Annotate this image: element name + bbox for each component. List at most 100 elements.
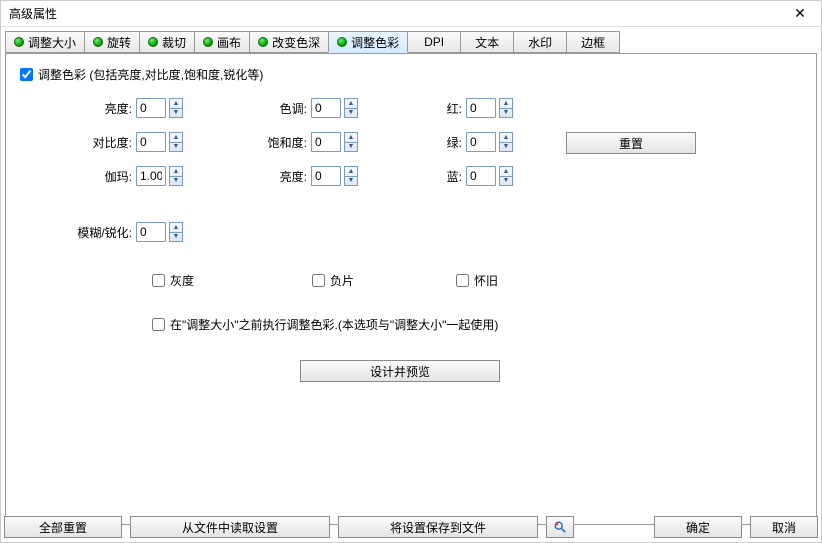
preview-icon-button[interactable] [546,516,574,538]
saturation-spinner[interactable]: ▲▼ [311,132,358,152]
status-dot-icon [14,37,24,47]
blue-label: 蓝: [416,168,466,185]
tab-adjust-color[interactable]: 调整色彩 [328,31,408,53]
blue-input[interactable] [466,166,496,186]
tab-label: 旋转 [107,34,131,51]
brightness2-label: 亮度: [241,168,311,185]
arrow-up-icon[interactable]: ▲ [345,167,357,177]
before-resize-input[interactable] [152,318,165,331]
brightness2-input[interactable] [311,166,341,186]
saturation-input[interactable] [311,132,341,152]
tab-strip: 调整大小 旋转 裁切 画布 改变色深 调整色彩 DPI 文本 水印 边框 [5,31,817,53]
preview-button[interactable]: 设计并预览 [300,360,500,382]
arrow-up-icon[interactable]: ▲ [500,133,512,143]
tab-watermark[interactable]: 水印 [513,31,567,53]
enable-adjust-checkbox[interactable]: 调整色彩 (包括亮度,对比度,饱和度,锐化等) [20,66,263,83]
tab-dpi[interactable]: DPI [407,31,461,53]
titlebar: 高级属性 ✕ [1,1,821,27]
load-settings-button[interactable]: 从文件中读取设置 [130,516,330,538]
hue-input[interactable] [311,98,341,118]
tab-canvas[interactable]: 画布 [194,31,250,53]
before-resize-checkbox[interactable]: 在"调整大小"之前执行调整色彩.(本选项与"调整大小"一起使用) [152,316,498,333]
sepia-checkbox[interactable]: 怀旧 [456,272,498,289]
spinner-arrows[interactable]: ▲▼ [344,132,358,152]
negative-checkbox[interactable]: 负片 [312,272,354,289]
brightness-spinner[interactable]: ▲▼ [136,98,183,118]
tab-label: 改变色深 [272,34,320,51]
hue-spinner[interactable]: ▲▼ [311,98,358,118]
arrow-up-icon[interactable]: ▲ [345,133,357,143]
arrow-down-icon[interactable]: ▼ [500,177,512,186]
close-button[interactable]: ✕ [785,5,815,22]
contrast-spinner[interactable]: ▲▼ [136,132,183,152]
load-settings-label: 从文件中读取设置 [182,519,278,536]
cancel-button[interactable]: 取消 [750,516,818,538]
tab-rotate[interactable]: 旋转 [84,31,140,53]
green-input[interactable] [466,132,496,152]
arrow-down-icon[interactable]: ▼ [345,143,357,152]
save-settings-label: 将设置保存到文件 [390,519,486,536]
arrow-up-icon[interactable]: ▲ [170,167,182,177]
tab-label: 裁切 [162,34,186,51]
brightness-input[interactable] [136,98,166,118]
reset-all-label: 全部重置 [39,519,87,536]
reset-all-button[interactable]: 全部重置 [4,516,122,538]
spinner-arrows[interactable]: ▲▼ [344,98,358,118]
arrow-down-icon[interactable]: ▼ [170,109,182,118]
gamma-input[interactable] [136,166,166,186]
tab-color-depth[interactable]: 改变色深 [249,31,329,53]
negative-input[interactable] [312,274,325,287]
saturation-label: 饱和度: [241,134,311,151]
gamma-spinner[interactable]: ▲▼ [136,166,183,186]
arrow-down-icon[interactable]: ▼ [345,177,357,186]
tab-resize[interactable]: 调整大小 [5,31,85,53]
tab-label: 调整大小 [28,34,76,51]
green-spinner[interactable]: ▲▼ [466,132,513,152]
spinner-arrows[interactable]: ▲▼ [499,132,513,152]
tab-content: 调整色彩 (包括亮度,对比度,饱和度,锐化等) 亮度: ▲▼ 色调: ▲▼ 红: [5,53,817,525]
blur-sharpen-label: 模糊/锐化: [66,224,136,241]
tab-label: 水印 [528,34,552,51]
red-input[interactable] [466,98,496,118]
spinner-arrows[interactable]: ▲▼ [169,166,183,186]
spinner-arrows[interactable]: ▲▼ [169,132,183,152]
brightness2-spinner[interactable]: ▲▼ [311,166,358,186]
arrow-up-icon[interactable]: ▲ [500,99,512,109]
tab-label: 调整色彩 [351,34,399,51]
arrow-up-icon[interactable]: ▲ [170,223,182,233]
spinner-arrows[interactable]: ▲▼ [499,98,513,118]
blur-sharpen-input[interactable] [136,222,166,242]
grayscale-checkbox[interactable]: 灰度 [152,272,194,289]
arrow-up-icon[interactable]: ▲ [170,133,182,143]
arrow-up-icon[interactable]: ▲ [345,99,357,109]
brightness-label: 亮度: [66,100,136,117]
spinner-arrows[interactable]: ▲▼ [169,98,183,118]
grayscale-input[interactable] [152,274,165,287]
arrow-down-icon[interactable]: ▼ [500,143,512,152]
arrow-up-icon[interactable]: ▲ [500,167,512,177]
arrow-down-icon[interactable]: ▼ [170,143,182,152]
arrow-up-icon[interactable]: ▲ [170,99,182,109]
spinner-arrows[interactable]: ▲▼ [169,222,183,242]
tab-crop[interactable]: 裁切 [139,31,195,53]
save-settings-button[interactable]: 将设置保存到文件 [338,516,538,538]
contrast-input[interactable] [136,132,166,152]
enable-adjust-input[interactable] [20,68,33,81]
ok-button[interactable]: 确定 [654,516,742,538]
arrow-down-icon[interactable]: ▼ [170,177,182,186]
tab-text[interactable]: 文本 [460,31,514,53]
tab-label: 文本 [475,34,499,51]
tab-border[interactable]: 边框 [566,31,620,53]
blue-spinner[interactable]: ▲▼ [466,166,513,186]
spinner-arrows[interactable]: ▲▼ [499,166,513,186]
red-spinner[interactable]: ▲▼ [466,98,513,118]
blur-sharpen-spinner[interactable]: ▲▼ [136,222,183,242]
arrow-down-icon[interactable]: ▼ [345,109,357,118]
reset-button-label: 重置 [619,135,643,152]
reset-button[interactable]: 重置 [566,132,696,154]
arrow-down-icon[interactable]: ▼ [170,233,182,242]
arrow-down-icon[interactable]: ▼ [500,109,512,118]
grayscale-label: 灰度 [170,272,194,289]
spinner-arrows[interactable]: ▲▼ [344,166,358,186]
sepia-input[interactable] [456,274,469,287]
